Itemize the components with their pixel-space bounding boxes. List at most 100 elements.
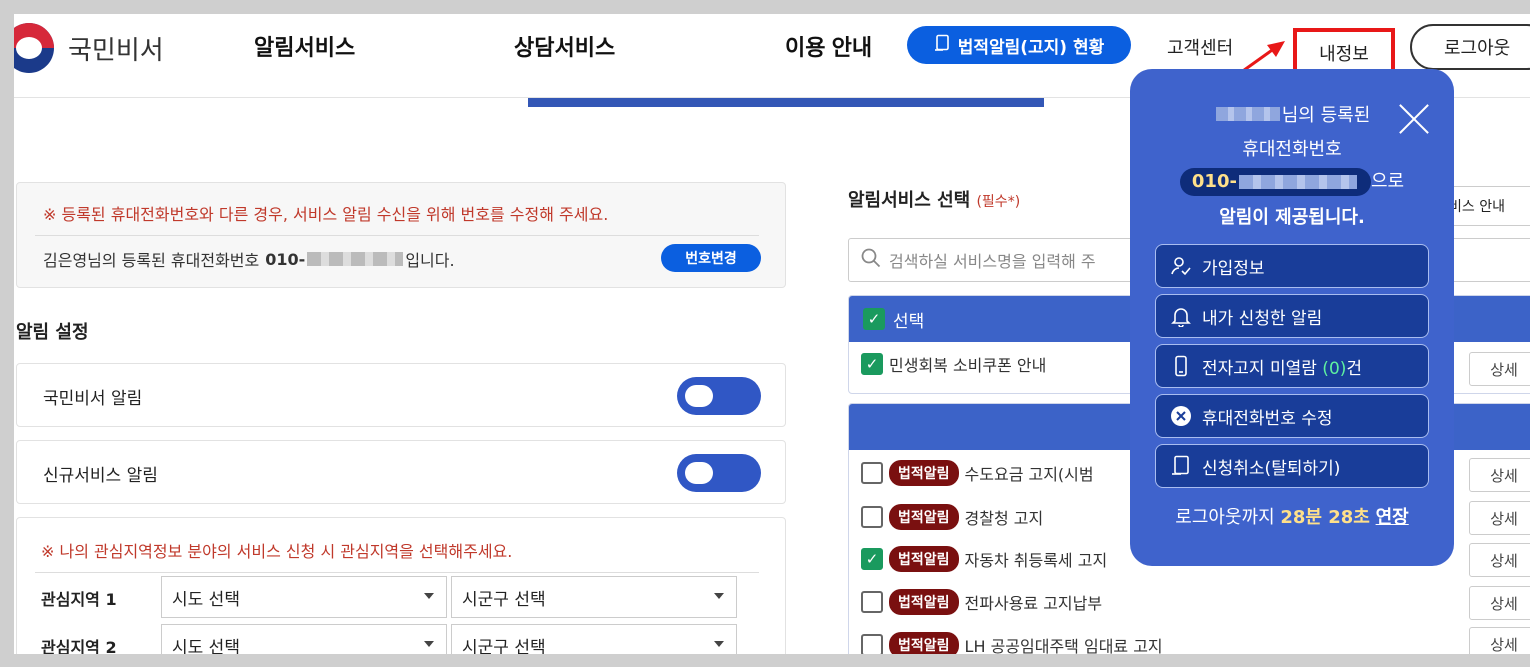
legal-button-label: 법적알림(고지) 현황 <box>957 37 1105 58</box>
popup-line-1: 님의 등록된 <box>1130 101 1454 127</box>
change-number-button[interactable]: 번호변경 <box>661 244 761 272</box>
popup-line-3: 010- 으로 <box>1130 167 1454 196</box>
region-warning: ※ 나의 관심지역정보 분야의 서비스 신청 시 관심지역을 선택해주세요. <box>41 542 513 561</box>
join-info-button[interactable]: 가입정보 <box>1155 244 1429 288</box>
service-select-title: 알림서비스 선택 (필수*) <box>848 186 1020 212</box>
notice-prefix: 김은영님의 등록된 휴대전화번호 <box>43 251 260 270</box>
my-info-popup: 님의 등록된 휴대전화번호 010- 으로 알림이 제공됩니다. 가입정보 내가 … <box>1130 69 1454 566</box>
item-checkbox[interactable] <box>861 634 883 654</box>
popup-line-2: 휴대전화번호 <box>1242 139 1342 160</box>
detail-button[interactable]: 상세 <box>1469 586 1530 620</box>
edit-phone-button[interactable]: 휴대전화번호 수정 <box>1155 394 1429 438</box>
detail-button[interactable]: 상세 <box>1469 352 1530 386</box>
item-label: 경찰청 고지 <box>964 509 1044 528</box>
region-box: ※ 나의 관심지역정보 분야의 서비스 신청 시 관심지역을 선택해주세요. 관… <box>16 517 786 654</box>
unread-notice-button[interactable]: 전자고지 미열람 (0)건 <box>1155 344 1429 388</box>
toggle-row-new-service: 신규서비스 알림 <box>16 440 786 504</box>
select-value: 시도 선택 <box>172 637 240 655</box>
divider <box>35 572 759 573</box>
chevron-down-icon <box>714 641 724 647</box>
document-phone-icon <box>1170 455 1192 477</box>
list-item: ✓ 민생회복 소비쿠폰 안내 <box>861 352 1046 376</box>
site-logo[interactable]: 국민비서 <box>14 23 164 73</box>
user-check-icon <box>1170 255 1192 277</box>
gukmin-alarm-toggle[interactable] <box>677 377 761 415</box>
legal-tag: 법적알림 <box>889 589 959 615</box>
list-item: ✓ 법적알림 자동차 취등록세 고지 <box>861 546 1107 572</box>
list-item: 법적알림 LH 공공임대주택 임대료 고지 <box>861 632 1163 654</box>
service-title-text: 알림서비스 선택 <box>848 190 971 211</box>
x-circle-icon <box>1170 405 1192 427</box>
masked-phone-pill: 010- <box>1179 167 1371 196</box>
legal-tag: 법적알림 <box>889 632 959 654</box>
menu-label: 전자고지 미열람 <box>1202 358 1317 379</box>
my-alarms-button[interactable]: 내가 신청한 알림 <box>1155 294 1429 338</box>
nav-consult-service[interactable]: 상담서비스 <box>514 30 615 62</box>
detail-button[interactable]: 상세 <box>1469 501 1530 535</box>
item-label: LH 공공임대주택 임대료 고지 <box>964 637 1163 654</box>
masked-phone <box>1238 174 1357 189</box>
divider <box>35 235 759 236</box>
item-checkbox[interactable] <box>861 506 883 528</box>
active-tab-indicator <box>528 98 1044 107</box>
item-checkbox[interactable] <box>861 462 883 484</box>
legal-notice-button[interactable]: 법적알림(고지) 현황 <box>907 26 1131 64</box>
taegeuk-logo-icon <box>14 23 54 73</box>
mobile-icon <box>1170 355 1192 377</box>
detail-button[interactable]: 상세 <box>1469 543 1530 577</box>
popup-line1-suffix: 님의 등록된 <box>1281 105 1371 126</box>
unread-count-open: ( <box>1322 358 1329 379</box>
popup-phone-prefix: 010- <box>1191 171 1237 192</box>
notice-suffix: 입니다. <box>405 251 455 270</box>
select-value: 시도 선택 <box>172 589 240 610</box>
menu-label: 휴대전화번호 수정 <box>1202 408 1333 429</box>
region-2-label: 관심지역 2 <box>41 638 117 654</box>
browser-frame: ※ 등록된 휴대전화번호와 다른 경우, 서비스 알림 수신을 위해 번호를 수… <box>0 0 1530 667</box>
toggle-label: 국민비서 알림 <box>43 389 143 409</box>
item-label: 민생회복 소비쿠폰 안내 <box>889 356 1047 375</box>
timer-prefix: 로그아웃까지 <box>1175 507 1275 528</box>
chevron-down-icon <box>424 641 434 647</box>
nav-alarm-service[interactable]: 알림서비스 <box>254 30 355 62</box>
select-value: 시군구 선택 <box>462 589 546 610</box>
list-item: 법적알림 수도요금 고지(시범 <box>861 460 1094 486</box>
phone-notice: ※ 등록된 휴대전화번호와 다른 경우, 서비스 알림 수신을 위해 번호를 수… <box>16 182 786 288</box>
legal-tag: 법적알림 <box>889 460 959 486</box>
phone-prefix: 010- <box>265 249 306 269</box>
detail-button[interactable]: 상세 <box>1469 458 1530 492</box>
detail-button[interactable]: 상세 <box>1469 627 1530 654</box>
extend-session-link[interactable]: 연장 <box>1376 507 1409 528</box>
menu-label: 신청취소(탈퇴하기) <box>1202 458 1341 479</box>
unread-count: 0 <box>1328 358 1340 379</box>
region-2-sigungu-select[interactable]: 시군구 선택 <box>451 624 737 654</box>
legal-tag: 법적알림 <box>889 504 959 530</box>
phone-warning: ※ 등록된 휴대전화번호와 다른 경우, 서비스 알림 수신을 위해 번호를 수… <box>43 205 609 224</box>
logo-text: 국민비서 <box>68 34 164 65</box>
masked-phone <box>307 252 404 266</box>
frame-top <box>0 0 1530 14</box>
toggle-row-gukmin: 국민비서 알림 <box>16 363 786 427</box>
item-label: 자동차 취등록세 고지 <box>964 551 1108 570</box>
chevron-down-icon <box>424 593 434 599</box>
registered-phone-text: 김은영님의 등록된 휴대전화번호 010- 입니다. <box>43 247 455 271</box>
new-service-alarm-toggle[interactable] <box>677 454 761 492</box>
bell-icon <box>1170 305 1192 327</box>
select-all-checkbox[interactable]: ✓ <box>863 308 885 330</box>
unsubscribe-button[interactable]: 신청취소(탈퇴하기) <box>1155 444 1429 488</box>
frame-bottom <box>0 654 1530 667</box>
item-checkbox[interactable] <box>861 591 883 613</box>
timer-value: 28분 28초 <box>1280 507 1370 528</box>
region-2-sido-select[interactable]: 시도 선택 <box>161 624 447 654</box>
region-1-label: 관심지역 1 <box>41 590 117 609</box>
count-suffix: 건 <box>1346 358 1363 379</box>
region-1-sido-select[interactable]: 시도 선택 <box>161 576 447 618</box>
popup-line-4: 알림이 제공됩니다. <box>1219 207 1365 228</box>
list-item: 법적알림 전파사용료 고지납부 <box>861 589 1102 615</box>
nav-usage-guide[interactable]: 이용 안내 <box>785 30 872 62</box>
region-1-sigungu-select[interactable]: 시군구 선택 <box>451 576 737 618</box>
item-checkbox[interactable]: ✓ <box>861 353 883 375</box>
select-value: 시군구 선택 <box>462 637 546 655</box>
item-checkbox[interactable]: ✓ <box>861 548 883 570</box>
logout-button[interactable]: 로그아웃 <box>1410 24 1530 70</box>
chevron-down-icon <box>714 593 724 599</box>
